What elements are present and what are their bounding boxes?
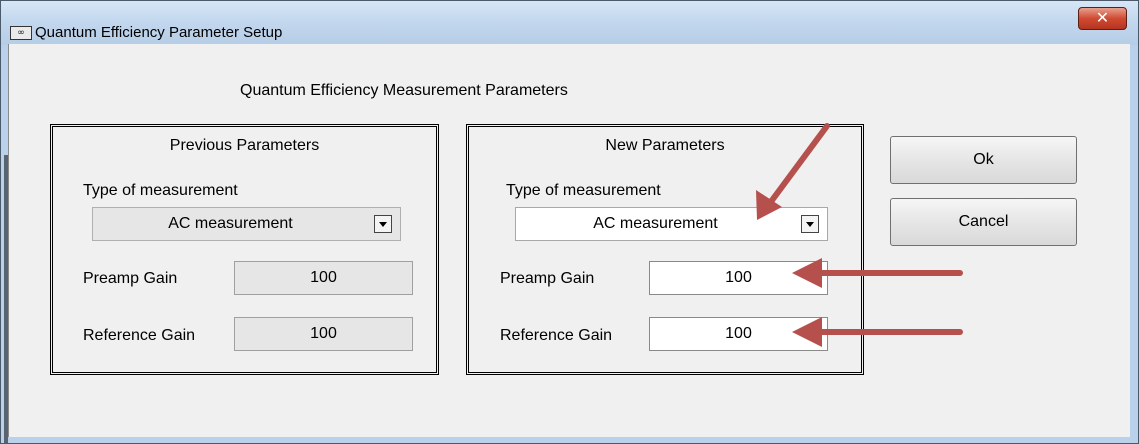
new-reference-field[interactable]: 100 (649, 317, 828, 351)
chevron-down-icon[interactable] (801, 215, 819, 233)
new-type-select[interactable]: AC measurement (515, 207, 828, 241)
previous-reference-label: Reference Gain (83, 327, 196, 344)
new-type-value: AC measurement (593, 215, 718, 232)
previous-preamp-field: 100 (234, 261, 413, 295)
ok-button[interactable]: Ok (890, 136, 1077, 184)
dialog-heading: Quantum Efficiency Measurement Parameter… (240, 82, 568, 99)
previous-type-value: AC measurement (168, 215, 293, 232)
new-preamp-label: Preamp Gain (500, 270, 595, 287)
close-button[interactable]: ✕ (1078, 7, 1127, 30)
previous-type-select: AC measurement (92, 207, 401, 241)
new-type-label: Type of measurement (506, 182, 661, 199)
close-icon: ✕ (1095, 8, 1110, 27)
previous-parameters-title: Previous Parameters (169, 137, 320, 154)
cancel-button[interactable]: Cancel (890, 198, 1077, 246)
previous-parameters-group: Previous Parameters Type of measurement … (50, 124, 439, 375)
previous-preamp-label: Preamp Gain (83, 270, 178, 287)
chevron-down-icon (374, 215, 392, 233)
window-title: Quantum Efficiency Parameter Setup (35, 24, 283, 41)
title-bar[interactable]: ∞ Quantum Efficiency Parameter Setup ✕ (1, 1, 1138, 45)
app-icon: ∞ (10, 26, 32, 40)
new-preamp-field[interactable]: 100 (649, 261, 828, 295)
new-parameters-group: New Parameters Type of measurement AC me… (466, 124, 864, 375)
previous-reference-field: 100 (234, 317, 413, 351)
new-parameters-title: New Parameters (605, 137, 725, 154)
new-reference-label: Reference Gain (500, 327, 613, 344)
previous-type-label: Type of measurement (83, 182, 238, 199)
